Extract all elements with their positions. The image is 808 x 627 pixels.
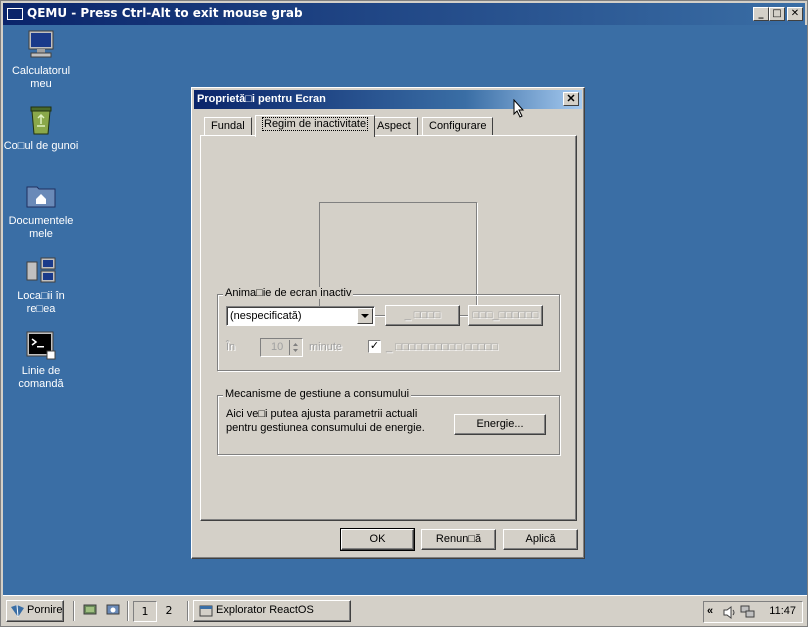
start-button[interactable]: Pornire bbox=[6, 600, 64, 622]
qemu-window: QEMU - Press Ctrl-Alt to exit mouse grab… bbox=[0, 0, 808, 627]
qemu-title-text: QEMU - Press Ctrl-Alt to exit mouse grab bbox=[27, 6, 303, 20]
password-label: _ □□□□□□□□□□ □□□□□ bbox=[386, 341, 498, 353]
wait-minutes-value: 10 bbox=[271, 341, 284, 353]
minimize-button[interactable]: _ bbox=[753, 7, 769, 21]
screensaver-select-value: (nespecificată) bbox=[230, 310, 302, 322]
ok-button[interactable]: OK bbox=[340, 528, 415, 551]
command-line-icon bbox=[25, 329, 57, 361]
desktop-icon-label: Documentele mele bbox=[8, 215, 74, 240]
show-desktop-icon[interactable] bbox=[83, 604, 97, 619]
power-description-line1: Aici ve□i putea ajusta parametrii actual… bbox=[226, 408, 418, 420]
taskbar-task-explorer[interactable]: Explorator ReactOS bbox=[193, 600, 351, 622]
maximize-button[interactable]: □ bbox=[769, 7, 785, 21]
desktop-icon-label: Co□ul de gunoi bbox=[3, 140, 79, 152]
separator bbox=[73, 601, 75, 621]
desktop-icon-command-line[interactable]: Linie de comandă bbox=[3, 329, 79, 391]
volume-icon[interactable] bbox=[722, 606, 736, 619]
energy-button[interactable]: Energie... bbox=[454, 414, 546, 435]
network-places-icon bbox=[25, 254, 57, 286]
tab-aspect[interactable]: Aspect bbox=[370, 117, 418, 136]
tray-expand-chevron[interactable]: « bbox=[707, 605, 713, 617]
display-properties-dialog: Proprietă□i pentru Ecran ✕ Fundal Regim … bbox=[191, 87, 585, 559]
desktop-icon-label: Calculatorul meu bbox=[11, 65, 71, 90]
desktop-icon-my-computer[interactable]: Calculatorul meu bbox=[3, 29, 79, 91]
separator bbox=[187, 601, 189, 621]
dialog-title: Proprietă□i pentru Ecran bbox=[197, 93, 326, 105]
documents-folder-icon bbox=[25, 179, 57, 211]
power-group-title: Mecanisme de gestiune a consumului bbox=[223, 388, 412, 400]
tab-fundal[interactable]: Fundal bbox=[204, 117, 252, 136]
network-status-icon[interactable] bbox=[740, 605, 756, 619]
desktop-icon-label: Loca□ii în re□ea bbox=[17, 290, 65, 315]
close-button[interactable]: ✕ bbox=[787, 7, 803, 21]
qemu-title-bar[interactable]: QEMU - Press Ctrl-Alt to exit mouse grab… bbox=[3, 3, 805, 25]
screensaver-group-title: Anima□ie de ecran inactiv bbox=[223, 287, 354, 299]
recycle-bin-icon bbox=[25, 104, 57, 136]
workspace-1-button[interactable]: 1 bbox=[133, 601, 157, 622]
screensaver-preview-button[interactable]: □□□_□□□□□□ bbox=[468, 305, 543, 326]
checkmark-icon: ✓ bbox=[369, 339, 380, 352]
chevron-down-icon[interactable] bbox=[357, 308, 373, 324]
window-icon bbox=[199, 605, 213, 617]
mouse-cursor-icon bbox=[513, 98, 525, 121]
dialog-close-button[interactable]: ✕ bbox=[563, 92, 579, 106]
cancel-button[interactable]: Renun□ă bbox=[421, 529, 496, 550]
qemu-window-icon[interactable] bbox=[7, 8, 23, 20]
tab-panel: Anima□ie de ecran inactiv (nespecificată… bbox=[200, 135, 577, 521]
tab-regim-de-inactivitate[interactable]: Regim de inactivitate bbox=[255, 115, 376, 137]
computer-icon bbox=[25, 29, 57, 61]
workspace-2-button[interactable]: 2 bbox=[157, 601, 181, 622]
separator bbox=[127, 601, 129, 621]
explorer-quicklaunch-icon[interactable] bbox=[106, 604, 120, 619]
screensaver-select[interactable]: (nespecificată) bbox=[226, 306, 375, 326]
power-description-line2: pentru gestiunea consumului de energie. bbox=[226, 422, 425, 434]
taskbar: Pornire 1 2 Explorator ReactOS « 11:47 bbox=[3, 595, 807, 626]
desktop-icon-recycle-bin[interactable]: Co□ul de gunoi bbox=[3, 104, 79, 153]
wait-in-label: În bbox=[226, 341, 236, 353]
spinner-arrows-icon[interactable] bbox=[289, 340, 301, 355]
clock[interactable]: 11:47 bbox=[769, 605, 796, 617]
start-logo-icon bbox=[11, 604, 24, 618]
screensaver-settings-button[interactable]: _ □□□□ bbox=[385, 305, 460, 326]
password-checkbox[interactable]: ✓ bbox=[368, 340, 381, 353]
apply-button[interactable]: Aplică bbox=[503, 529, 578, 550]
wait-minutes-spinner[interactable]: 10 bbox=[260, 338, 303, 357]
desktop-icon-label: Linie de comandă bbox=[18, 365, 64, 390]
system-tray: « 11:47 bbox=[703, 601, 803, 623]
desktop-icon-network-places[interactable]: Loca□ii în re□ea bbox=[3, 254, 79, 316]
desktop-icon-my-documents[interactable]: Documentele mele bbox=[3, 179, 79, 241]
tab-configurare[interactable]: Configurare bbox=[422, 117, 494, 136]
minutes-label: minute bbox=[309, 341, 343, 353]
